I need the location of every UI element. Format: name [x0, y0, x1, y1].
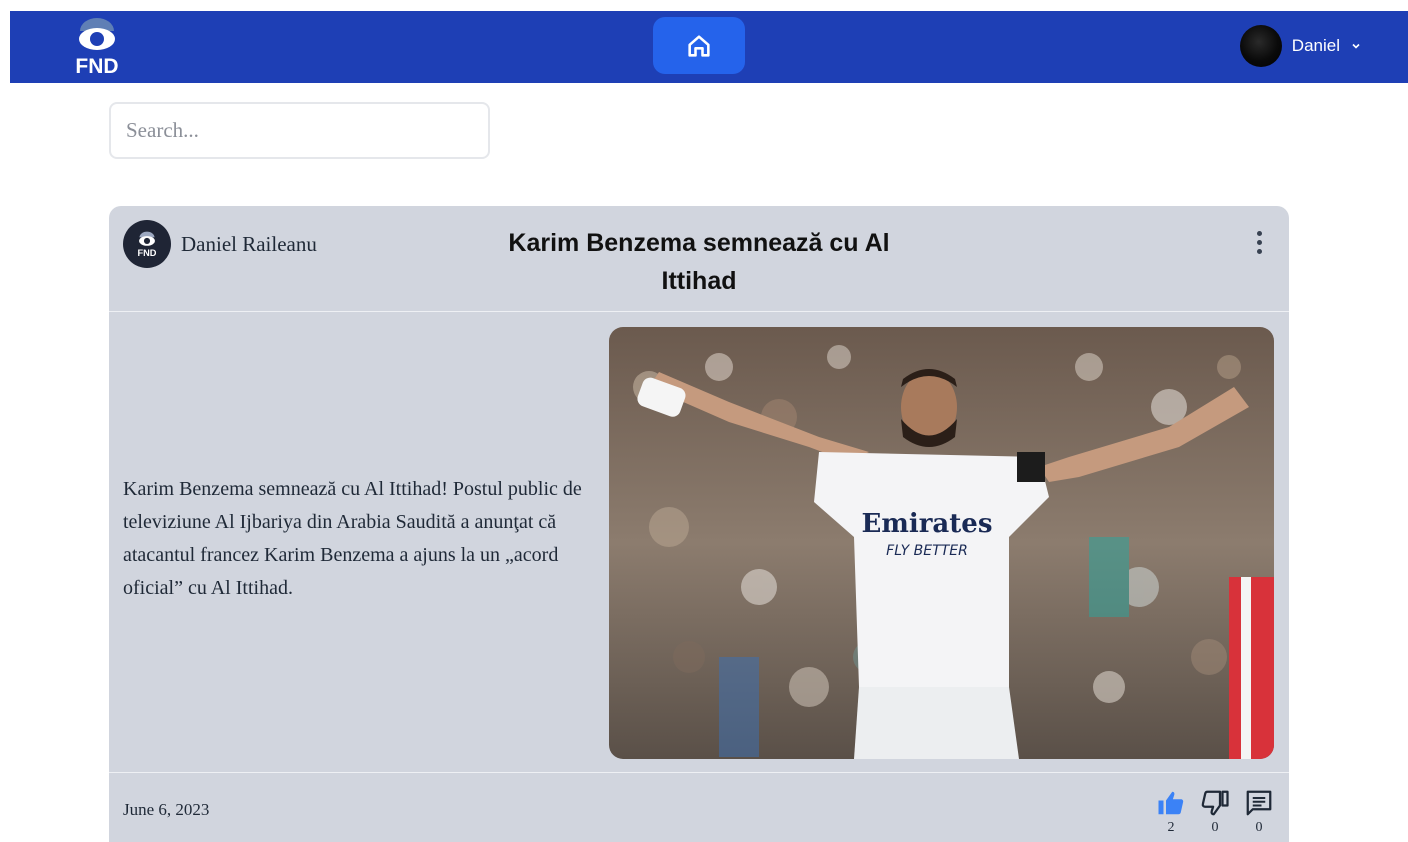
dislike-count: 0 — [1211, 820, 1219, 835]
post-image[interactable]: Emirates FLY BETTER — [609, 327, 1274, 759]
thumbs-up-icon — [1158, 791, 1184, 815]
chevron-down-icon[interactable] — [1350, 40, 1362, 52]
fnd-logo[interactable]: FND — [72, 17, 122, 78]
user-avatar[interactable] — [1239, 25, 1282, 67]
thumbs-down-icon — [1201, 790, 1229, 816]
post-text: Karim Benzema semnează cu Al Ittihad! Po… — [123, 478, 582, 599]
fnd-logo-icon: FND — [138, 231, 157, 257]
post-footer: June 6, 2023 2 0 0 — [109, 774, 1289, 842]
like-button[interactable]: 2 — [1155, 788, 1187, 836]
post-actions: 2 0 0 — [1155, 788, 1275, 836]
top-navbar: FND Daniel — [10, 11, 1408, 83]
author-avatar-text: FND — [138, 248, 157, 257]
like-count: 2 — [1167, 820, 1175, 835]
comment-count: 0 — [1255, 820, 1263, 835]
author-avatar[interactable]: FND — [123, 220, 171, 268]
post-date: June 6, 2023 — [123, 800, 210, 819]
search-input[interactable] — [109, 102, 490, 159]
more-vertical-icon[interactable] — [1249, 228, 1269, 256]
logo-text: FND — [75, 55, 118, 75]
author-name[interactable]: Daniel Raileanu — [181, 232, 317, 257]
kit-sponsor-text: Emirates — [862, 509, 993, 539]
kit-sponsor-subtext: FLY BETTER — [886, 543, 968, 559]
comment-button[interactable]: 0 — [1243, 788, 1275, 836]
user-menu[interactable]: Daniel — [1239, 25, 1362, 67]
post-card: FND Daniel Raileanu Karim Benzema semnea… — [109, 206, 1289, 842]
home-icon — [688, 34, 710, 57]
dislike-button[interactable]: 0 — [1199, 788, 1231, 836]
user-name[interactable]: Daniel — [1292, 36, 1340, 56]
post-title: Karim Benzema semnează cu Al Ittihad — [508, 229, 890, 295]
post-header: FND Daniel Raileanu Karim Benzema semnea… — [109, 206, 1289, 312]
home-button[interactable] — [653, 17, 745, 74]
comment-icon — [1246, 790, 1272, 816]
post-body: Karim Benzema semnează cu Al Ittihad! Po… — [109, 313, 1289, 773]
